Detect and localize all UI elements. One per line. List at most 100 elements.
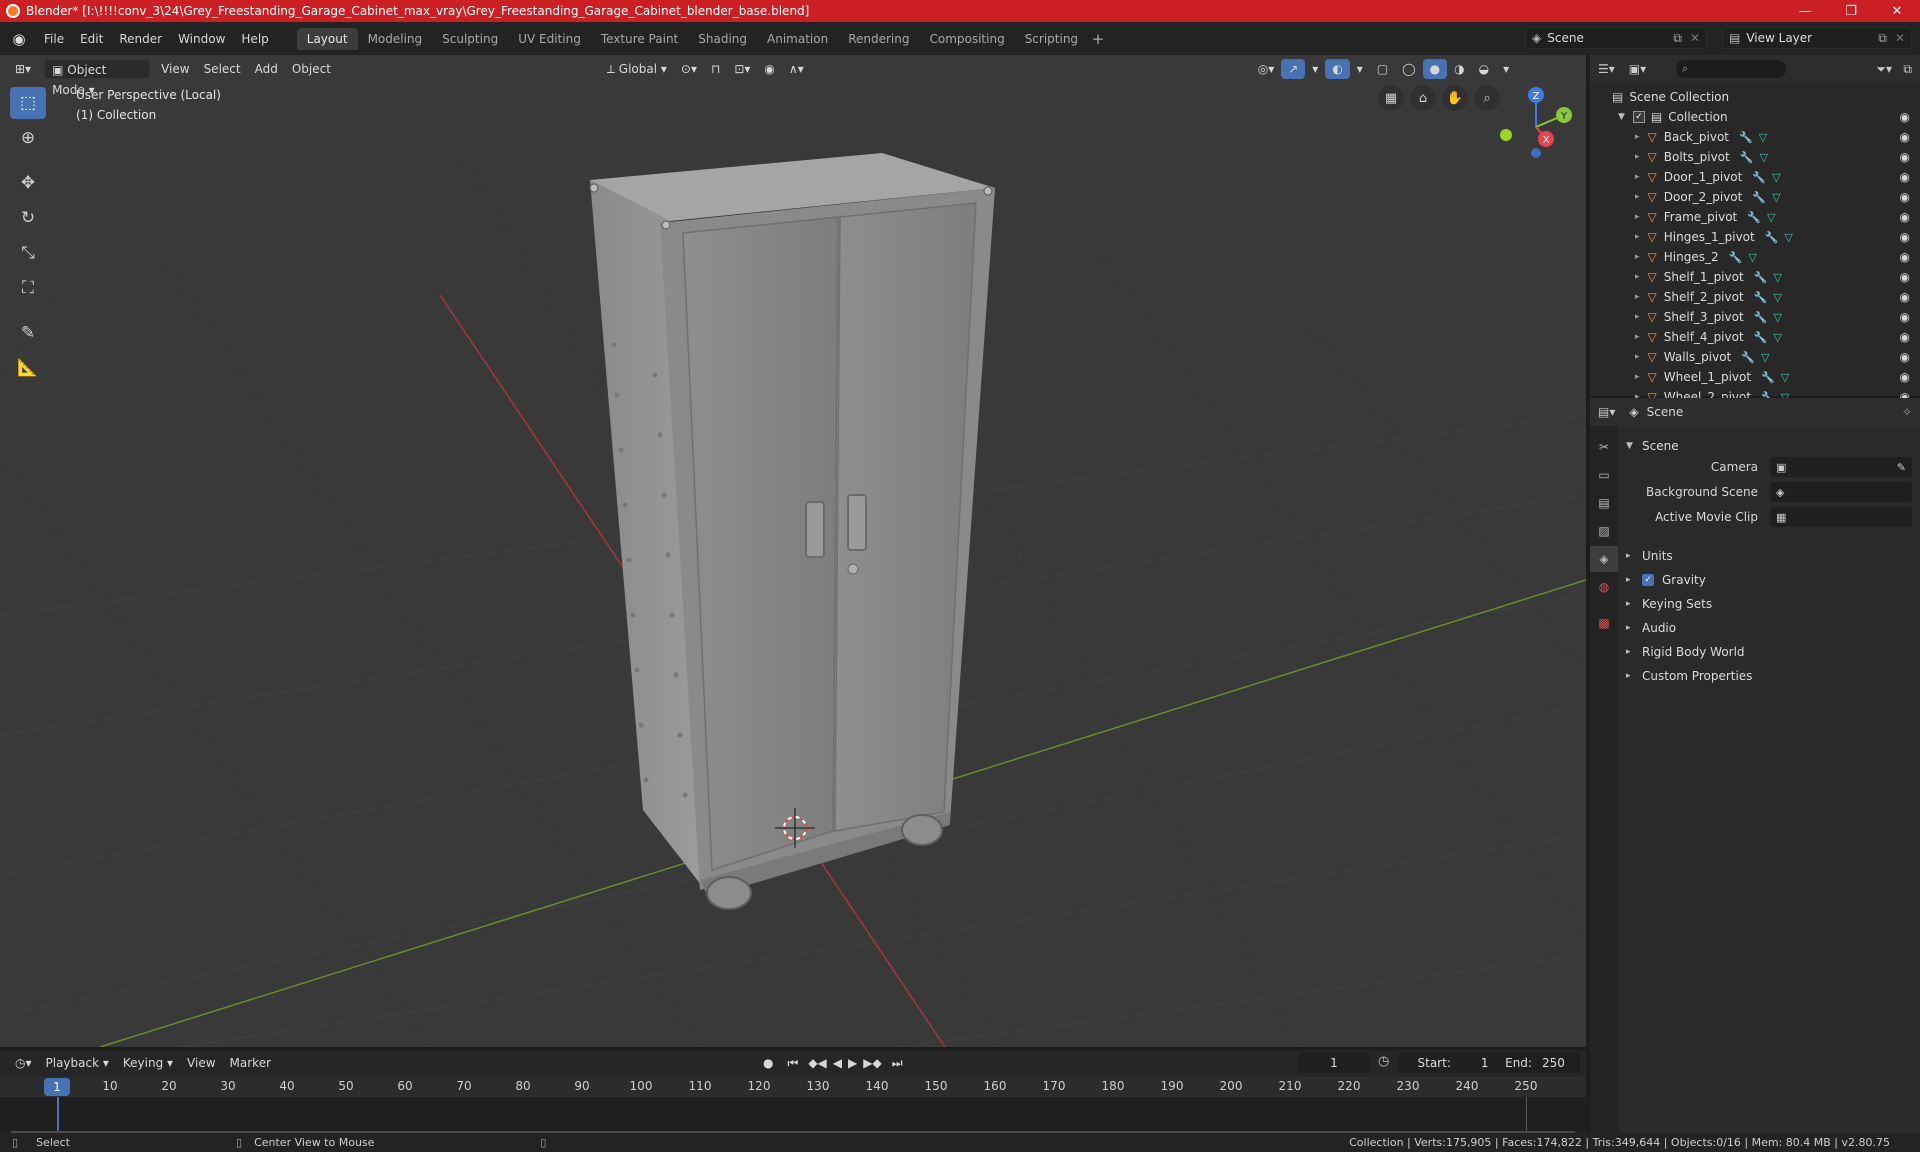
outliner-item-wheel-1-pivot[interactable]: ▸ ▽ Wheel_1_pivot 🔧 ▽ ◉ xyxy=(1590,367,1920,387)
proportional-edit-icon[interactable]: ◉ xyxy=(757,59,781,79)
mesh-data-icon[interactable]: ▽ xyxy=(1781,371,1789,384)
eye-icon[interactable]: ◉ xyxy=(1900,290,1910,304)
xray-icon[interactable]: ▢ xyxy=(1370,59,1395,79)
tab-rendering[interactable]: Rendering xyxy=(838,28,919,50)
remove-scene-icon[interactable]: ✕ xyxy=(1690,31,1700,45)
camera-icon[interactable]: ⌂ xyxy=(1410,85,1436,111)
expand-arrow-icon[interactable]: ▸ xyxy=(1635,352,1640,362)
timeline-track-area[interactable] xyxy=(0,1097,1586,1137)
measure-tool-icon[interactable]: 📐 xyxy=(10,352,46,384)
active-movie-clip-field[interactable]: ▦ xyxy=(1770,507,1912,527)
play-reverse-button[interactable]: ◀ xyxy=(830,1053,845,1073)
subpanel-units[interactable]: ▸ Units xyxy=(1626,546,1673,566)
modifier-icon[interactable]: 🔧 xyxy=(1752,191,1766,204)
close-button[interactable]: ✕ xyxy=(1874,0,1920,22)
scene-selector[interactable]: ◈ Scene ⧉ ✕ xyxy=(1525,27,1707,49)
world-tab-icon[interactable]: ◍ xyxy=(1590,574,1618,600)
eye-icon[interactable]: ◉ xyxy=(1900,230,1910,244)
rotate-tool-icon[interactable]: ↻ xyxy=(10,202,46,234)
modifier-icon[interactable]: 🔧 xyxy=(1754,331,1768,344)
subpanel-custom-properties[interactable]: ▸ Custom Properties xyxy=(1626,666,1752,686)
modifier-icon[interactable]: 🔧 xyxy=(1741,351,1755,364)
mesh-data-icon[interactable]: ▽ xyxy=(1773,311,1781,324)
modifier-icon[interactable]: 🔧 xyxy=(1754,311,1768,324)
collapse-arrow-icon[interactable]: ▼ xyxy=(1618,112,1625,122)
outliner-scene-collection[interactable]: ▤ Scene Collection xyxy=(1590,87,1920,107)
maximize-button[interactable]: ❐ xyxy=(1828,0,1874,22)
pivot-point-icon[interactable]: ⊙▾ xyxy=(674,59,704,79)
collection-checkbox[interactable]: ✓ xyxy=(1632,111,1645,123)
remove-view-layer-icon[interactable]: ✕ xyxy=(1895,31,1905,45)
transform-tool-icon[interactable]: ⛶ xyxy=(10,272,46,304)
mesh-data-icon[interactable]: ▽ xyxy=(1772,171,1780,184)
visibility-icon[interactable]: ◎▾ xyxy=(1251,59,1282,79)
expand-arrow-icon[interactable]: ▸ xyxy=(1635,292,1640,302)
view-layer-selector[interactable]: ▤ View Layer ⧉ ✕ xyxy=(1722,27,1912,49)
outliner-item-walls-pivot[interactable]: ▸ ▽ Walls_pivot 🔧 ▽ ◉ xyxy=(1590,347,1920,367)
playback-menu[interactable]: Playback ▾ xyxy=(39,1053,116,1073)
modifier-icon[interactable]: 🔧 xyxy=(1752,171,1766,184)
snap-target-icon[interactable]: ⊡▾ xyxy=(727,59,757,79)
outliner-item-shelf-4-pivot[interactable]: ▸ ▽ Shelf_4_pivot 🔧 ▽ ◉ xyxy=(1590,327,1920,347)
mesh-data-icon[interactable]: ▽ xyxy=(1748,251,1756,264)
add-workspace-button[interactable]: + xyxy=(1088,28,1108,50)
timeline-ruler[interactable]: 1 10 20 30 40 50 60 70 80 90 100 110 120 130 140 150 16… xyxy=(0,1077,1586,1097)
subpanel-gravity[interactable]: ▸ ✓ Gravity xyxy=(1626,570,1706,590)
prev-keyframe-button[interactable]: ◆◀ xyxy=(805,1053,829,1073)
mesh-data-icon[interactable]: ▽ xyxy=(1773,291,1781,304)
eye-icon[interactable]: ◉ xyxy=(1900,190,1910,204)
eye-icon[interactable]: ◉ xyxy=(1900,350,1910,364)
outliner-item-shelf-1-pivot[interactable]: ▸ ▽ Shelf_1_pivot 🔧 ▽ ◉ xyxy=(1590,267,1920,287)
subpanel-audio[interactable]: ▸ Audio xyxy=(1626,618,1676,638)
end-frame-field[interactable]: End: 250 xyxy=(1490,1053,1580,1073)
expand-arrow-icon[interactable]: ▸ xyxy=(1635,192,1640,202)
expand-arrow-icon[interactable]: ▸ xyxy=(1635,212,1640,222)
mode-dropdown[interactable]: ▣ Object Mode ▾ xyxy=(44,59,151,97)
new-scene-icon[interactable]: ⧉ xyxy=(1673,31,1682,46)
texture-tab-icon[interactable]: ▩ xyxy=(1590,610,1618,636)
tab-sculpting[interactable]: Sculpting xyxy=(432,28,508,50)
properties-editor-type-icon[interactable]: ▤▾ xyxy=(1598,405,1615,419)
jump-start-button[interactable]: ⏮ xyxy=(781,1053,806,1073)
eye-icon[interactable]: ◉ xyxy=(1900,330,1910,344)
mesh-data-icon[interactable]: ▽ xyxy=(1759,131,1767,144)
menu-render[interactable]: Render xyxy=(111,28,170,50)
filter-icon[interactable]: ⏷▾ xyxy=(1876,62,1892,77)
subpanel-rigid-body-world[interactable]: ▸ Rigid Body World xyxy=(1626,642,1745,662)
expand-arrow-icon[interactable]: ▸ xyxy=(1635,372,1640,382)
expand-arrow-icon[interactable]: ▸ xyxy=(1635,152,1640,162)
timeline-editor-type-icon[interactable]: ◷▾ xyxy=(8,1053,39,1073)
blender-menu-icon[interactable]: ◉ xyxy=(10,30,28,48)
toggle-camera-view-icon[interactable]: ▦ xyxy=(1378,85,1404,111)
tab-compositing[interactable]: Compositing xyxy=(919,28,1014,50)
outliner-item-door-1-pivot[interactable]: ▸ ▽ Door_1_pivot 🔧 ▽ ◉ xyxy=(1590,167,1920,187)
move-tool-icon[interactable]: ✥ xyxy=(10,167,46,199)
camera-field[interactable]: ▣ ✎ xyxy=(1770,457,1912,477)
eye-icon[interactable]: ◉ xyxy=(1900,170,1910,184)
scene-tab-icon[interactable]: ◈ xyxy=(1590,546,1618,572)
modifier-icon[interactable]: 🔧 xyxy=(1754,291,1768,304)
outliner-search-input[interactable]: ⌕ xyxy=(1676,60,1787,78)
navigation-gizmo[interactable]: Z Y X xyxy=(1490,81,1582,173)
annotate-tool-icon[interactable]: ✎ xyxy=(10,317,46,349)
stopwatch-icon[interactable]: ◷ xyxy=(1378,1054,1389,1069)
cursor-tool-icon[interactable]: ⊕ xyxy=(10,122,46,154)
minimize-button[interactable]: — xyxy=(1782,0,1828,22)
pan-hand-icon[interactable]: ✋ xyxy=(1442,85,1468,111)
modifier-icon[interactable]: 🔧 xyxy=(1739,131,1753,144)
snap-icon[interactable]: ⊓ xyxy=(704,59,727,79)
shading-dropdown-icon[interactable]: ▾ xyxy=(1496,59,1516,79)
modifier-icon[interactable]: 🔧 xyxy=(1765,231,1779,244)
gravity-checkbox[interactable]: ✓ xyxy=(1642,574,1654,586)
keying-menu[interactable]: Keying ▾ xyxy=(116,1053,180,1073)
menu-file[interactable]: File xyxy=(36,28,72,50)
outliner-item-shelf-2-pivot[interactable]: ▸ ▽ Shelf_2_pivot 🔧 ▽ ◉ xyxy=(1590,287,1920,307)
cabinet-model[interactable] xyxy=(589,153,995,910)
eye-icon[interactable]: ◉ xyxy=(1900,270,1910,284)
outliner-item-hinges-2[interactable]: ▸ ▽ Hinges_2 🔧 ▽ ◉ xyxy=(1590,247,1920,267)
eye-icon[interactable]: ◉ xyxy=(1900,150,1910,164)
eye-icon[interactable]: ◉ xyxy=(1900,310,1910,324)
expand-arrow-icon[interactable]: ▸ xyxy=(1635,272,1640,282)
new-view-layer-icon[interactable]: ⧉ xyxy=(1878,31,1887,46)
expand-arrow-icon[interactable]: ▸ xyxy=(1635,172,1640,182)
